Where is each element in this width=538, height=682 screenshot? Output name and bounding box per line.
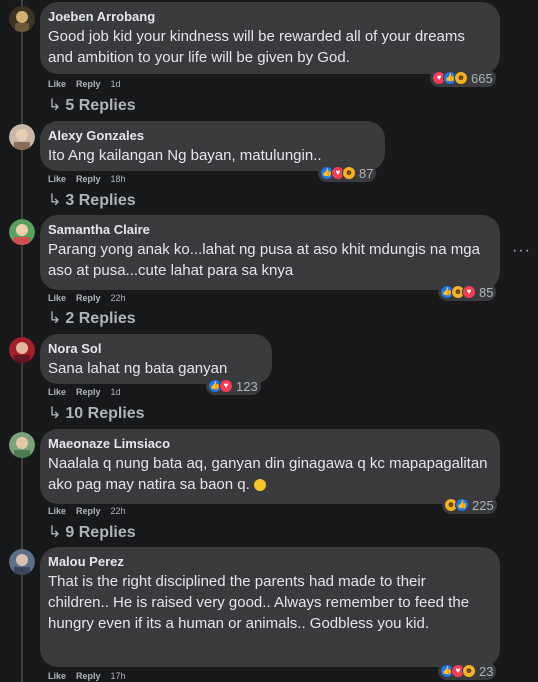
- more-options-icon[interactable]: ···: [512, 242, 531, 260]
- comment-bubble: Joeben Arrobang Good job kid your kindne…: [40, 2, 500, 74]
- avatar[interactable]: [9, 432, 35, 458]
- reaction-count: 23: [479, 663, 494, 679]
- reactions-summary[interactable]: 👍 ☻ ♥ 85: [438, 283, 497, 301]
- comment-actions: Like Reply 1d: [48, 387, 121, 397]
- reply-link[interactable]: Reply: [76, 293, 101, 303]
- comment-text: That is the right disciplined the parent…: [48, 573, 470, 632]
- comment-bubble: Malou Perez That is the right discipline…: [40, 547, 500, 667]
- reply-arrow-icon: ↳: [48, 524, 62, 541]
- view-replies-link[interactable]: ↳ 9 Replies: [48, 522, 136, 542]
- reaction-count: 85: [479, 284, 494, 300]
- replies-label: 10 Replies: [65, 405, 145, 422]
- replies-label: 5 Replies: [65, 97, 136, 114]
- haha-reaction-icon: ☻: [454, 71, 468, 85]
- like-link[interactable]: Like: [48, 506, 66, 516]
- comment-text: Good job kid your kindness will be rewar…: [48, 28, 465, 66]
- avatar[interactable]: [9, 337, 35, 363]
- comment-actions: Like Reply 1d: [48, 79, 121, 89]
- comment-author[interactable]: Malou Perez: [48, 553, 488, 571]
- reactions-summary[interactable]: 👍 ♥ ☻ 87: [318, 164, 377, 182]
- reply-arrow-icon: ↳: [48, 310, 62, 327]
- like-link[interactable]: Like: [48, 174, 66, 184]
- comment-author[interactable]: Maeonaze Limsiaco: [48, 435, 488, 453]
- comment-timestamp[interactable]: 22h: [111, 293, 126, 303]
- comment-text-wrap: Naalala q nung bata aq, ganyan din ginag…: [48, 453, 488, 495]
- reply-arrow-icon: ↳: [48, 97, 62, 114]
- comment-text: Sana lahat ng bata ganyan: [48, 360, 228, 377]
- reactions-summary[interactable]: 👍 ♥ ☻ 23: [438, 662, 497, 680]
- comment-timestamp[interactable]: 17h: [111, 671, 126, 681]
- comment-bubble: Samantha Claire Parang yong anak ko...la…: [40, 215, 500, 290]
- avatar[interactable]: [9, 219, 35, 245]
- comment-text: Naalala q nung bata aq, ganyan din ginag…: [48, 455, 488, 493]
- like-reaction-icon: 👍: [455, 498, 469, 512]
- reaction-count: 87: [359, 165, 374, 181]
- comment-author[interactable]: Nora Sol: [48, 340, 260, 358]
- view-replies-link[interactable]: ↳ 2 Replies: [48, 308, 136, 328]
- reaction-count: 225: [472, 497, 494, 513]
- haha-reaction-icon: ☻: [342, 166, 356, 180]
- reactions-summary[interactable]: ♥ 👍 ☻ 665: [430, 69, 496, 87]
- view-replies-link[interactable]: ↳ 3 Replies: [48, 190, 136, 210]
- like-link[interactable]: Like: [48, 387, 66, 397]
- like-link[interactable]: Like: [48, 293, 66, 303]
- avatar[interactable]: [9, 549, 35, 575]
- comment-actions: Like Reply 22h: [48, 506, 126, 516]
- comment-text: Ito Ang kailangan Ng bayan, matulungin..: [48, 147, 322, 164]
- reactions-summary[interactable]: ☻ 👍 225: [442, 496, 497, 514]
- comment-timestamp[interactable]: 1d: [111, 387, 121, 397]
- comment-author[interactable]: Alexy Gonzales: [48, 127, 373, 145]
- like-link[interactable]: Like: [48, 79, 66, 89]
- sweat-smile-emoji-icon: [253, 479, 266, 492]
- reply-link[interactable]: Reply: [76, 387, 101, 397]
- avatar[interactable]: [9, 6, 35, 32]
- comment-timestamp[interactable]: 18h: [111, 174, 126, 184]
- reply-link[interactable]: Reply: [76, 671, 101, 681]
- reply-link[interactable]: Reply: [76, 174, 101, 184]
- comment-timestamp[interactable]: 22h: [111, 506, 126, 516]
- reaction-count: 123: [236, 378, 258, 394]
- avatar[interactable]: [9, 124, 35, 150]
- reaction-count: 665: [471, 70, 493, 86]
- comment-bubble: Maeonaze Limsiaco Naalala q nung bata aq…: [40, 429, 500, 504]
- view-replies-link[interactable]: ↳ 5 Replies: [48, 95, 136, 115]
- reply-arrow-icon: ↳: [48, 192, 62, 209]
- haha-reaction-icon: ☻: [462, 664, 476, 678]
- love-reaction-icon: ♥: [219, 379, 233, 393]
- replies-label: 3 Replies: [65, 192, 136, 209]
- comment-actions: Like Reply 17h: [48, 671, 126, 681]
- comment-author[interactable]: Samantha Claire: [48, 221, 488, 239]
- replies-label: 2 Replies: [65, 310, 136, 327]
- love-reaction-icon: ♥: [462, 285, 476, 299]
- comment-timestamp[interactable]: 1d: [111, 79, 121, 89]
- replies-label: 9 Replies: [65, 524, 136, 541]
- comment-actions: Like Reply 22h: [48, 293, 126, 303]
- comment-author[interactable]: Joeben Arrobang: [48, 8, 488, 26]
- view-replies-link[interactable]: ↳ 10 Replies: [48, 403, 145, 423]
- like-link[interactable]: Like: [48, 671, 66, 681]
- reactions-summary[interactable]: 👍 ♥ 123: [206, 377, 261, 395]
- reply-link[interactable]: Reply: [76, 506, 101, 516]
- reply-link[interactable]: Reply: [76, 79, 101, 89]
- reply-arrow-icon: ↳: [48, 405, 62, 422]
- comment-text: Parang yong anak ko...lahat ng pusa at a…: [48, 241, 480, 279]
- comment-actions: Like Reply 18h: [48, 174, 126, 184]
